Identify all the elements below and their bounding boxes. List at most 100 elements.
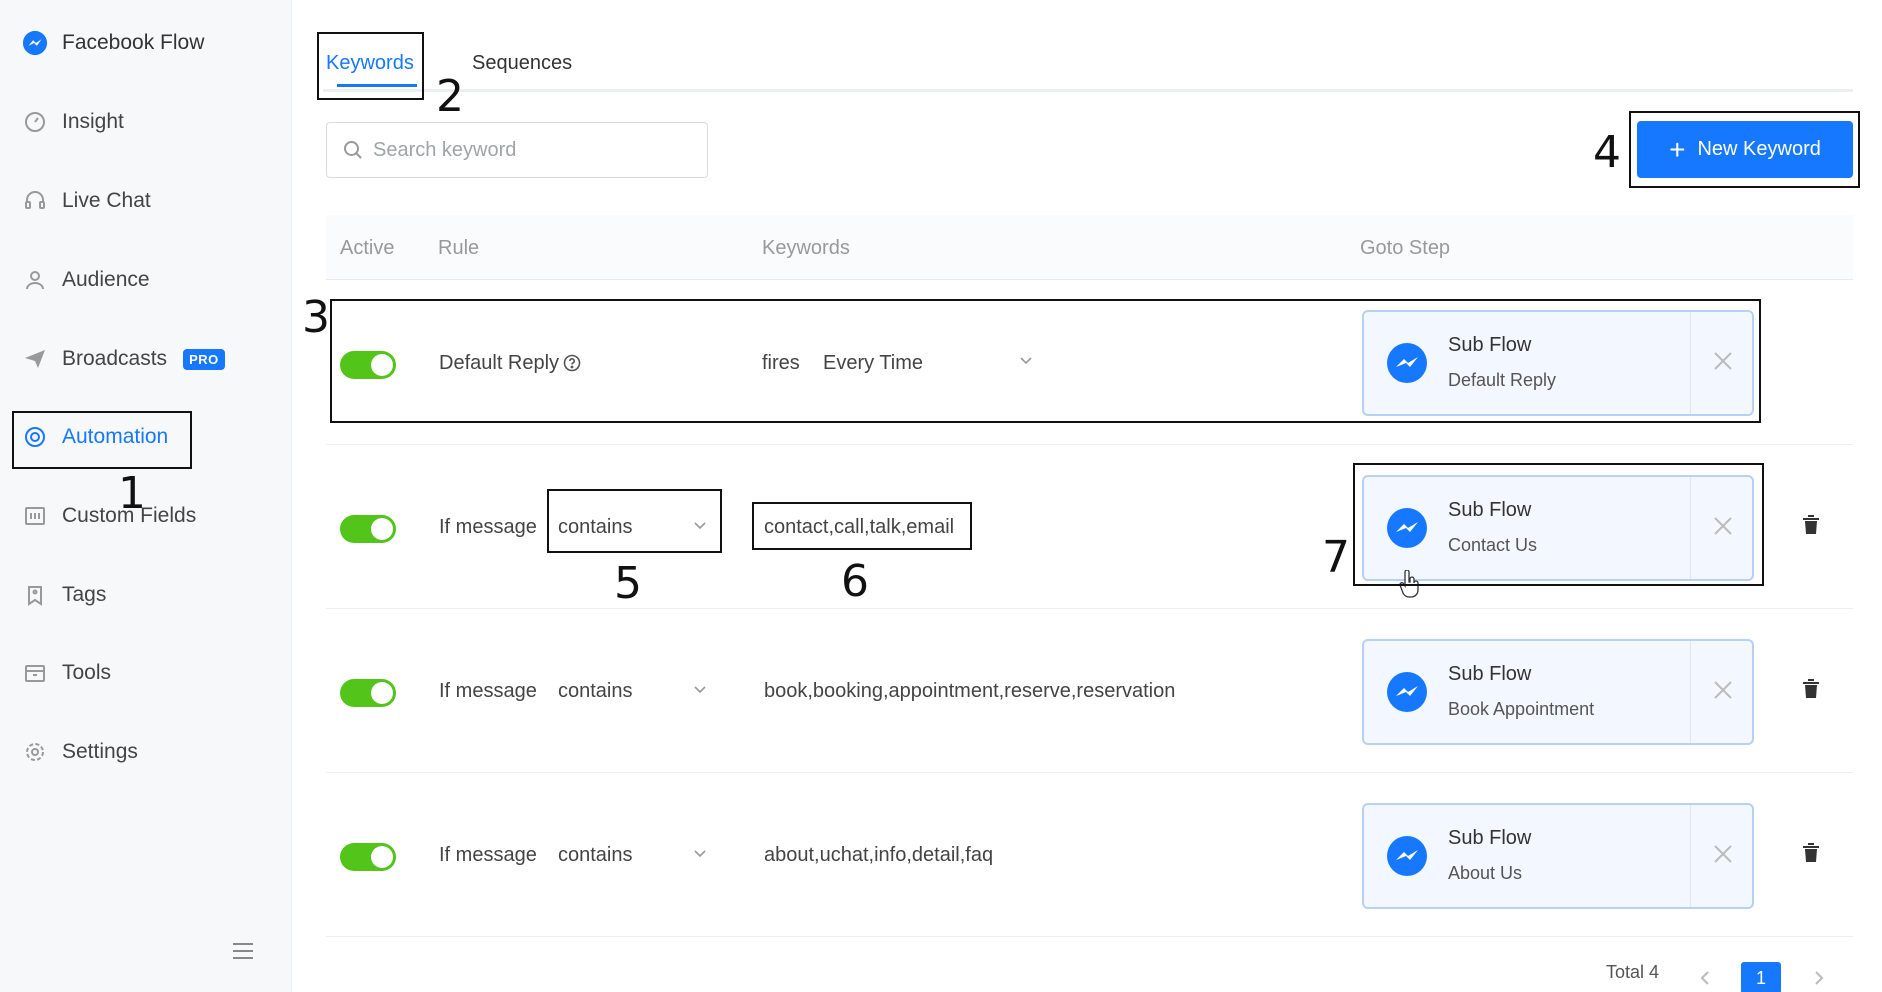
- rule-label: If message: [439, 516, 537, 538]
- active-toggle[interactable]: [340, 843, 396, 871]
- annotation-number-5: 5: [614, 558, 642, 609]
- header-rule: Rule: [438, 237, 480, 259]
- annotation-number-7: 7: [1322, 532, 1350, 583]
- card-divider: [1690, 477, 1691, 579]
- active-toggle[interactable]: [340, 351, 396, 379]
- chevron-down-icon[interactable]: [692, 517, 708, 538]
- sidebar-item-label: Automation: [62, 425, 169, 448]
- next-page-button[interactable]: [1799, 962, 1839, 992]
- menu-toggle-icon[interactable]: [232, 942, 254, 965]
- hand-cursor-icon: [1398, 569, 1420, 603]
- sidebar-item-label: Broadcasts: [62, 347, 168, 370]
- user-icon: [22, 267, 48, 293]
- sidebar-item-live-chat[interactable]: Live Chat: [0, 173, 292, 229]
- annotation-number-4: 4: [1593, 127, 1621, 178]
- keywords-input[interactable]: contact,call,talk,email: [764, 516, 954, 539]
- goto-step-card[interactable]: Sub Flow Default Reply: [1362, 310, 1754, 416]
- header-active: Active: [340, 237, 395, 259]
- messenger-icon: [1386, 342, 1428, 389]
- tab-keywords[interactable]: Keywords: [326, 52, 414, 75]
- close-icon[interactable]: [1711, 349, 1735, 378]
- trash-icon[interactable]: [1802, 679, 1820, 704]
- tab-sequences-label: Sequences: [472, 52, 573, 74]
- sidebar-item-broadcasts[interactable]: Broadcasts PRO: [0, 331, 292, 387]
- headset-icon: [22, 188, 48, 214]
- sidebar-item-label: Live Chat: [62, 189, 151, 212]
- chevron-down-icon[interactable]: [1018, 352, 1034, 373]
- goto-name: Contact Us: [1448, 535, 1538, 555]
- active-toggle[interactable]: [340, 679, 396, 707]
- sidebar-item-tools[interactable]: Tools: [0, 645, 292, 701]
- messenger-icon: [1386, 671, 1428, 718]
- sidebar-item-label: Tags: [62, 583, 107, 606]
- gear-icon: [22, 739, 48, 765]
- sidebar-item-custom-fields[interactable]: Custom Fields: [0, 488, 292, 544]
- close-icon[interactable]: [1711, 678, 1735, 707]
- table-header: Active Rule Keywords Goto Step: [326, 215, 1853, 280]
- new-keyword-label: New Keyword: [1697, 138, 1821, 160]
- rule-label: If message: [439, 680, 537, 702]
- goto-name: Book Appointment: [1448, 699, 1595, 719]
- condition-select[interactable]: contains: [558, 680, 633, 703]
- plus-icon: +: [1669, 133, 1686, 165]
- goto-title: Sub Flow: [1448, 334, 1532, 356]
- goto-step-card[interactable]: Sub Flow About Us: [1362, 803, 1754, 909]
- messenger-icon: [1386, 835, 1428, 882]
- tab-active-indicator: [337, 84, 417, 87]
- trash-icon[interactable]: [1802, 843, 1820, 868]
- rule-label: Default Reply: [439, 352, 560, 374]
- close-icon[interactable]: [1711, 514, 1735, 543]
- fields-icon: [22, 503, 48, 529]
- prev-page-button[interactable]: [1685, 962, 1725, 992]
- search-box: [326, 122, 708, 178]
- condition-select[interactable]: Every Time: [823, 352, 923, 375]
- gauge-icon: [22, 109, 48, 135]
- sidebar-item-label: Insight: [62, 110, 124, 133]
- messenger-icon: [1386, 507, 1428, 554]
- help-icon[interactable]: [563, 354, 581, 378]
- annotation-number-1: 1: [118, 468, 146, 519]
- table-row: If message contains book,booking,appoint…: [326, 609, 1853, 773]
- sidebar-item-audience[interactable]: Audience: [0, 252, 292, 308]
- search-input[interactable]: [373, 138, 693, 162]
- sidebar-item-settings[interactable]: Settings: [0, 724, 292, 780]
- sidebar-brand[interactable]: Facebook Flow: [0, 15, 292, 71]
- card-divider: [1690, 312, 1691, 414]
- table-row: Default Reply fires Every Time Sub Flow …: [326, 280, 1853, 445]
- chevron-down-icon[interactable]: [692, 845, 708, 866]
- sidebar-item-label: Audience: [62, 268, 150, 291]
- keywords-input[interactable]: about,uchat,info,detail,faq: [764, 844, 993, 867]
- sidebar-item-automation[interactable]: Automation: [0, 409, 292, 465]
- page-button-current[interactable]: 1: [1741, 962, 1781, 992]
- rule-text: Default Reply: [439, 352, 581, 378]
- annotation-number-3: 3: [302, 292, 330, 343]
- sidebar-item-insight[interactable]: Insight: [0, 94, 292, 150]
- goto-title: Sub Flow: [1448, 663, 1532, 685]
- active-toggle[interactable]: [340, 515, 396, 543]
- goto-title: Sub Flow: [1448, 499, 1532, 521]
- close-icon[interactable]: [1711, 842, 1735, 871]
- sidebar-item-label: Tools: [62, 661, 112, 684]
- rule-label: If message: [439, 844, 537, 866]
- condition-select[interactable]: contains: [558, 844, 633, 867]
- tab-bar: Keywords Sequences: [323, 40, 1853, 92]
- condition-select[interactable]: contains: [558, 516, 633, 539]
- sidebar-item-tags[interactable]: Tags: [0, 567, 292, 623]
- pagination-total: Total 4: [1606, 962, 1660, 982]
- goto-step-card[interactable]: Sub Flow Contact Us: [1362, 475, 1754, 581]
- keywords-input[interactable]: book,booking,appointment,reserve,reserva…: [764, 680, 1175, 703]
- card-divider: [1690, 805, 1691, 907]
- sidebar-item-label: Settings: [62, 740, 138, 763]
- sidebar-brand-label: Facebook Flow: [62, 31, 205, 54]
- annotation-number-2: 2: [436, 71, 464, 122]
- new-keyword-button[interactable]: + New Keyword: [1637, 121, 1853, 178]
- header-keywords: Keywords: [762, 237, 850, 259]
- fires-label: fires: [762, 352, 800, 374]
- goto-step-card[interactable]: Sub Flow Book Appointment: [1362, 639, 1754, 745]
- trash-icon[interactable]: [1802, 515, 1820, 540]
- chevron-down-icon[interactable]: [692, 681, 708, 702]
- pro-badge: PRO: [183, 348, 225, 370]
- goto-name: Default Reply: [1448, 370, 1557, 390]
- automation-icon: [22, 424, 48, 450]
- tab-sequences[interactable]: Sequences: [472, 52, 572, 75]
